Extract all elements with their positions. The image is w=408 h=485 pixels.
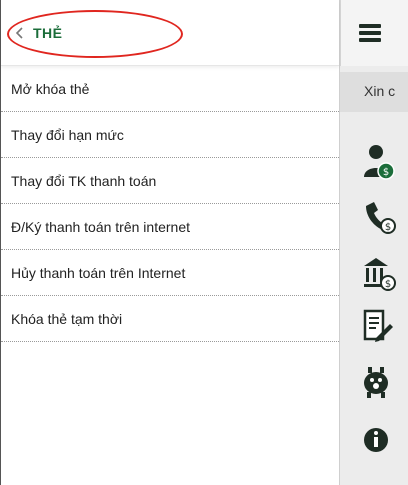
card-menu-drawer: THẺ Mở khóa thẻ Thay đổi hạn mức Thay đổ… (0, 0, 340, 485)
document-edit-icon[interactable] (362, 308, 408, 348)
background-app-panel: Xin c $ $ $ (340, 0, 408, 485)
menu-item-label: Thay đổi TK thanh toán (11, 172, 157, 189)
menu-item-label: Mở khóa thẻ (11, 80, 90, 97)
menu-item-label: Hủy thanh toán trên Internet (11, 264, 186, 281)
phone-dollar-icon[interactable]: $ (362, 198, 408, 238)
menu-item-label: Thay đổi hạn mức (11, 126, 124, 143)
svg-text:$: $ (385, 222, 391, 233)
drawer-header: THẺ (1, 0, 339, 66)
menu-item-register-internet-payment[interactable]: Đ/Ký thanh toán trên internet (1, 204, 339, 250)
svg-text:$: $ (383, 167, 389, 178)
piggy-bank-icon[interactable] (362, 363, 408, 403)
menu-item-label: Đ/Ký thanh toán trên internet (11, 218, 190, 235)
menu-item-temporary-lock-card[interactable]: Khóa thẻ tạm thời (1, 296, 339, 342)
menu-item-unlock-card[interactable]: Mở khóa thẻ (1, 66, 339, 112)
card-menu-list: Mở khóa thẻ Thay đổi hạn mức Thay đổi TK… (1, 66, 339, 342)
back-button[interactable]: THẺ (11, 24, 63, 42)
menu-item-change-limit[interactable]: Thay đổi hạn mức (1, 112, 339, 158)
menu-item-label: Khóa thẻ tạm thời (11, 310, 123, 327)
chevron-left-icon (15, 27, 23, 39)
user-dollar-icon[interactable]: $ (362, 143, 408, 183)
svg-text:$: $ (385, 279, 391, 290)
menu-item-cancel-internet-payment[interactable]: Hủy thanh toán trên Internet (1, 250, 339, 296)
bank-dollar-icon[interactable]: $ (362, 254, 408, 294)
info-icon[interactable] (362, 420, 408, 460)
drawer-title: THẺ (33, 25, 63, 41)
menu-item-change-payment-account[interactable]: Thay đổi TK thanh toán (1, 158, 339, 204)
